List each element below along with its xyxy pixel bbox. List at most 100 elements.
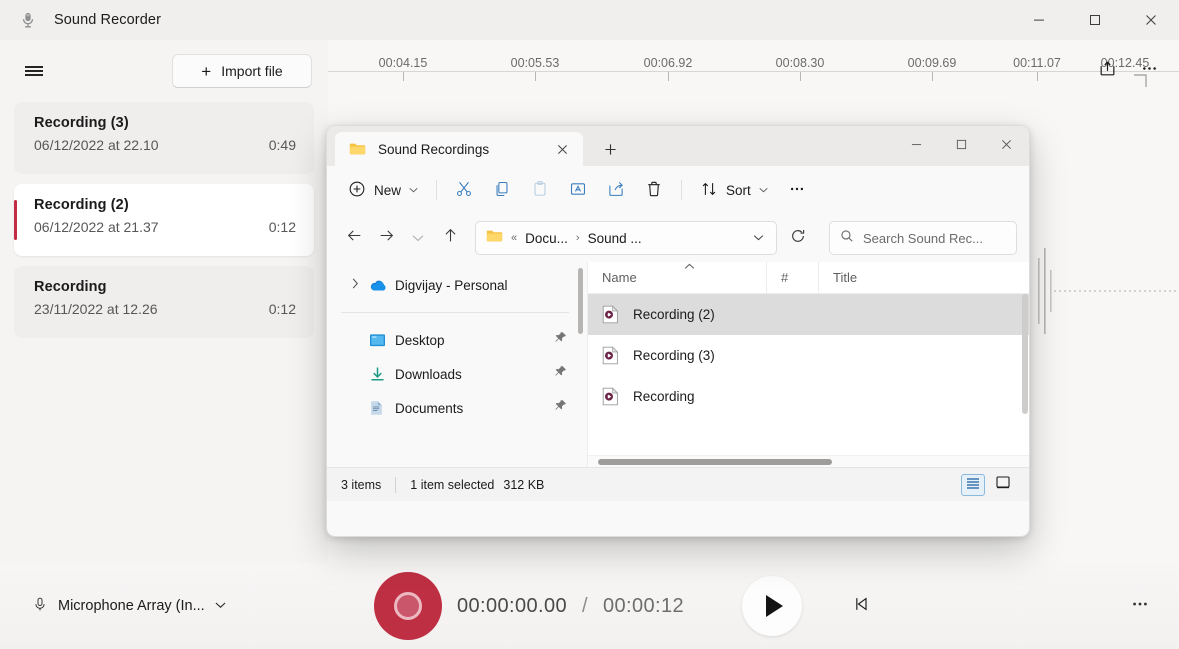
nav-item-onedrive[interactable]: Digvijay - Personal bbox=[333, 268, 581, 302]
timeline-ruler[interactable]: 00:04.15 00:05.53 00:06.92 00:08.30 00:0… bbox=[328, 40, 1179, 72]
more-options-icon bbox=[1130, 594, 1150, 619]
screen: Sound Recorder + Import file bbox=[0, 0, 1179, 649]
breadcrumb-segment-documents[interactable]: Docu... bbox=[525, 231, 568, 246]
up-arrow-icon bbox=[443, 227, 458, 249]
chevron-right-icon[interactable] bbox=[351, 278, 369, 292]
up-button[interactable] bbox=[435, 223, 465, 253]
search-box[interactable] bbox=[829, 221, 1017, 255]
scissors-icon bbox=[455, 180, 473, 201]
nav-item-documents[interactable]: Documents bbox=[333, 391, 581, 425]
new-button-label: New bbox=[374, 183, 401, 198]
rename-button[interactable] bbox=[560, 173, 596, 207]
recent-locations-button[interactable] bbox=[403, 223, 433, 253]
search-input[interactable] bbox=[863, 231, 1006, 246]
recording-list-item[interactable]: Recording (2) 06/12/2022 at 21.37 0:12 bbox=[14, 184, 314, 256]
explorer-maximize-button[interactable] bbox=[939, 126, 984, 162]
sort-button[interactable]: Sort bbox=[691, 173, 777, 207]
new-tab-button[interactable] bbox=[597, 136, 623, 162]
microphone-selector[interactable]: Microphone Array (In... bbox=[22, 588, 236, 624]
recording-duration: 0:49 bbox=[269, 137, 296, 153]
play-icon bbox=[766, 595, 783, 617]
pin-icon[interactable] bbox=[554, 399, 567, 417]
skip-to-start-button[interactable] bbox=[840, 585, 882, 627]
list-view-button[interactable] bbox=[961, 474, 985, 496]
nav-item-label: Desktop bbox=[395, 333, 445, 348]
file-name: Recording (3) bbox=[633, 348, 715, 363]
column-header-title[interactable]: Title bbox=[818, 262, 958, 293]
pin-icon[interactable] bbox=[554, 365, 567, 383]
record-button[interactable] bbox=[374, 572, 442, 640]
timeline-tick-label: 00:04.15 bbox=[379, 56, 428, 70]
import-file-button[interactable]: + Import file bbox=[172, 54, 312, 88]
recording-date: 06/12/2022 at 22.10 bbox=[34, 137, 159, 153]
recording-name: Recording (3) bbox=[34, 115, 296, 131]
sort-button-label: Sort bbox=[726, 183, 751, 198]
refresh-button[interactable] bbox=[783, 223, 813, 253]
timeline-tick-label: 00:11.07 bbox=[1013, 56, 1061, 70]
scrollbar-thumb[interactable] bbox=[1022, 294, 1028, 414]
breadcrumb[interactable]: « Docu... › Sound ... bbox=[475, 221, 777, 255]
file-row[interactable]: Recording bbox=[588, 376, 1029, 417]
timeline-tick-label: 00:08.30 bbox=[776, 56, 825, 70]
timeline-tick-label: 00:06.92 bbox=[644, 56, 693, 70]
share-button[interactable] bbox=[598, 173, 634, 207]
search-icon bbox=[840, 229, 854, 248]
column-header-number[interactable]: # bbox=[766, 262, 818, 293]
play-button[interactable] bbox=[742, 576, 802, 636]
toolbar-divider bbox=[681, 180, 682, 200]
horizontal-scrollbar[interactable] bbox=[588, 455, 1029, 467]
column-headers: Name # Title bbox=[588, 262, 1029, 294]
delete-button[interactable] bbox=[636, 173, 672, 207]
file-name: Recording bbox=[633, 389, 695, 404]
selection-info: 1 item selected bbox=[410, 478, 494, 492]
explorer-toolbar: New bbox=[327, 166, 1029, 214]
file-name: Recording (2) bbox=[633, 307, 715, 322]
more-options-icon[interactable] bbox=[1129, 48, 1169, 88]
pin-icon[interactable] bbox=[554, 331, 567, 349]
player-more-options-button[interactable] bbox=[1119, 585, 1161, 627]
file-row[interactable]: Recording (3) bbox=[588, 335, 1029, 376]
sound-recorder-titlebar: Sound Recorder bbox=[0, 0, 1179, 40]
recording-duration: 0:12 bbox=[269, 219, 296, 235]
nav-item-desktop[interactable]: Desktop bbox=[333, 323, 581, 357]
explorer-minimize-button[interactable] bbox=[894, 126, 939, 162]
import-file-label: Import file bbox=[221, 63, 282, 79]
explorer-window-controls bbox=[894, 126, 1029, 162]
recording-date: 23/11/2022 at 12.26 bbox=[34, 301, 158, 317]
hamburger-menu-icon[interactable] bbox=[16, 55, 52, 87]
navigation-scrollbar[interactable] bbox=[578, 268, 583, 448]
column-header-name[interactable]: Name bbox=[588, 262, 766, 293]
close-button[interactable] bbox=[1123, 0, 1179, 40]
file-list-scrollbar[interactable] bbox=[1022, 294, 1028, 414]
chevron-down-icon[interactable] bbox=[747, 232, 770, 244]
recording-list-item[interactable]: Recording 23/11/2022 at 12.26 0:12 bbox=[14, 266, 314, 338]
recording-list-item[interactable]: Recording (3) 06/12/2022 at 22.10 0:49 bbox=[14, 102, 314, 174]
timeline-tick-label: 00:09.69 bbox=[908, 56, 957, 70]
forward-button[interactable] bbox=[371, 223, 401, 253]
status-bar: 3 items 1 item selected 312 KB bbox=[327, 467, 1029, 501]
maximize-button[interactable] bbox=[1067, 0, 1123, 40]
sort-ascending-icon bbox=[684, 262, 695, 273]
explorer-more-options-button[interactable] bbox=[779, 173, 815, 207]
copy-button[interactable] bbox=[484, 173, 520, 207]
recorder-toolbar bbox=[1087, 48, 1169, 88]
breadcrumb-segment-sound-recordings[interactable]: Sound ... bbox=[588, 231, 642, 246]
cut-button[interactable] bbox=[446, 173, 482, 207]
back-button[interactable] bbox=[339, 223, 369, 253]
nav-item-downloads[interactable]: Downloads bbox=[333, 357, 581, 391]
paste-button[interactable] bbox=[522, 173, 558, 207]
column-label: Title bbox=[833, 270, 857, 285]
scrollbar-thumb[interactable] bbox=[578, 268, 583, 334]
explorer-close-button[interactable] bbox=[984, 126, 1029, 162]
onedrive-cloud-icon bbox=[369, 279, 391, 292]
close-icon[interactable] bbox=[549, 136, 575, 162]
share-icon[interactable] bbox=[1087, 48, 1127, 88]
back-arrow-icon bbox=[346, 228, 363, 248]
minimize-button[interactable] bbox=[1011, 0, 1067, 40]
scrollbar-thumb[interactable] bbox=[598, 459, 832, 465]
trash-icon bbox=[645, 180, 663, 201]
new-button[interactable]: New bbox=[339, 173, 427, 207]
explorer-tab[interactable]: Sound Recordings bbox=[335, 132, 583, 166]
details-pane-button[interactable] bbox=[991, 474, 1015, 496]
file-row[interactable]: Recording (2) bbox=[588, 294, 1029, 335]
